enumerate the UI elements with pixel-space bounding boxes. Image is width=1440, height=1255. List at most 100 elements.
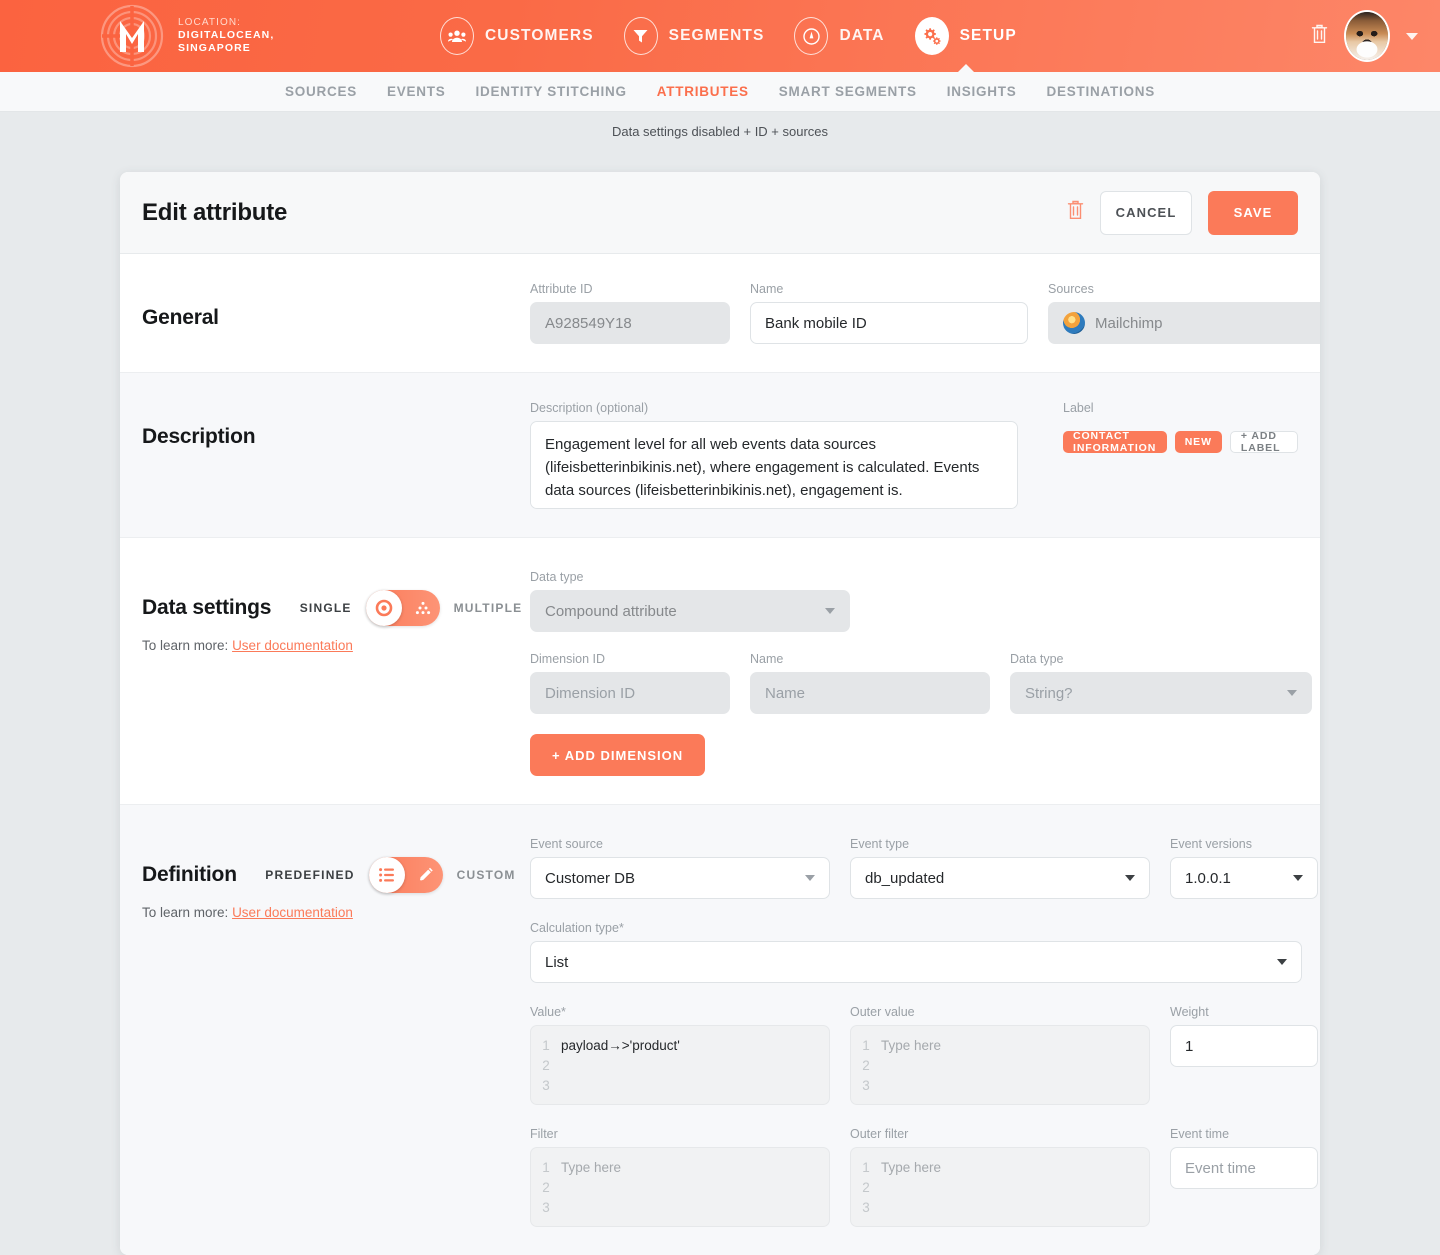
section-description-right: Description (optional) Label CONTACT INF… (530, 401, 1298, 509)
chip-new[interactable]: NEW (1174, 431, 1222, 453)
add-label-button[interactable]: + ADD LABEL (1229, 430, 1298, 454)
sources-select[interactable]: Mailchimp (1048, 302, 1320, 344)
field-value: Value* 1 payload→>'product' 2 3 (530, 1005, 830, 1105)
label-labels: Label (1063, 401, 1094, 415)
filter-code-editor[interactable]: 1 Type here 2 3 (530, 1147, 830, 1227)
funnel-icon (623, 17, 658, 55)
single-multiple-toggle[interactable] (365, 590, 440, 626)
code-line: 2 (531, 1055, 829, 1075)
code-line: 1 Type here (851, 1035, 1149, 1055)
chip-contact-information[interactable]: CONTACT INFORMATION (1063, 430, 1167, 454)
event-source-select[interactable]: Customer DB (530, 857, 830, 899)
section-data-settings-right: Data type Compound attribute Dimension I… (530, 566, 1312, 776)
field-dimension-id: Dimension ID Dimension ID (530, 652, 730, 714)
avatar[interactable] (1344, 10, 1390, 62)
field-data-type: Data type Compound attribute (530, 570, 850, 632)
top-header-bar: LOCATION: DIGITALOCEAN, SINGAPORE CUSTOM… (0, 0, 1440, 73)
chevron-down-icon (1125, 875, 1135, 881)
label-dimension-data-type: Data type (1010, 652, 1064, 666)
field-filter: Filter 1 Type here 2 3 (530, 1127, 830, 1227)
toggle-knob (368, 857, 405, 893)
card-header: Edit attribute CANCEL SAVE (120, 172, 1320, 254)
definition-event-row: Event source Customer DB Event type db_u… (530, 837, 1318, 899)
toggle-label-multiple: MULTIPLE (453, 601, 523, 615)
section-definition: Definition PREDEFINED CUSTOM To learn mo… (120, 805, 1320, 1255)
label-attribute-id: Attribute ID (530, 282, 593, 296)
weight-input[interactable]: 1 (1170, 1025, 1318, 1067)
location-line-1: DIGITALOCEAN, (178, 29, 275, 42)
nav-item-customers[interactable]: CUSTOMERS (440, 0, 594, 72)
cancel-button[interactable]: CANCEL (1100, 190, 1192, 235)
brand-block: LOCATION: DIGITALOCEAN, SINGAPORE (100, 4, 274, 68)
learn-more-prefix: To learn more: (142, 638, 229, 653)
toggle-label-custom: CUSTOM (456, 868, 516, 882)
event-time-input[interactable]: Event time (1170, 1147, 1318, 1189)
event-type-select[interactable]: db_updated (850, 857, 1150, 899)
main-navigation: CUSTOMERS SEGMENTS DATA SETUP (440, 0, 1017, 73)
add-dimension-button[interactable]: + ADD DIMENSION (530, 734, 706, 776)
calculation-type-select[interactable]: List (530, 941, 1302, 983)
nav-item-setup[interactable]: SETUP (914, 0, 1017, 73)
predefined-custom-toggle[interactable] (368, 857, 443, 893)
field-name: Name Bank mobile ID (750, 282, 1028, 344)
outer-filter-code-editor[interactable]: 1 Type here 2 3 (850, 1147, 1150, 1227)
name-input[interactable]: Bank mobile ID (750, 302, 1028, 344)
chevron-down-icon (1277, 959, 1287, 965)
code-line: 1 Type here (531, 1157, 829, 1177)
chevron-down-icon[interactable] (1406, 32, 1418, 40)
trash-icon[interactable] (1311, 24, 1328, 49)
subnav-item-attributes[interactable]: ATTRIBUTES (657, 84, 749, 99)
event-versions-select[interactable]: 1.0.0.1 (1170, 857, 1318, 899)
maze-m-logo-icon[interactable] (100, 4, 164, 68)
data-settings-toggle-group: SINGLE MULTIPLE (300, 590, 523, 626)
section-title-data-settings: Data settings (142, 596, 272, 619)
save-button[interactable]: SAVE (1208, 190, 1298, 235)
subnav-item-smart-segments[interactable]: SMART SEGMENTS (779, 84, 917, 99)
subnav-item-identity-stitching[interactable]: IDENTITY STITCHING (475, 84, 626, 99)
field-outer-value: Outer value 1 Type here 2 3 (850, 1005, 1150, 1105)
dimension-id-input[interactable]: Dimension ID (530, 672, 730, 714)
section-title-description: Description (142, 425, 256, 448)
page-title: Edit attribute (142, 198, 288, 226)
toggle-label-predefined: PREDEFINED (265, 868, 355, 882)
line-number: 2 (862, 1179, 870, 1195)
nav-label-segments: SEGMENTS (668, 27, 765, 44)
list-icon (378, 868, 394, 882)
location-label: LOCATION: (178, 17, 242, 29)
field-dimension-data-type: Data type String? (1010, 652, 1312, 714)
field-attribute-id: Attribute ID A928549Y18 (530, 282, 730, 344)
subnav-item-events[interactable]: EVENTS (387, 84, 446, 99)
chevron-down-icon (825, 608, 835, 614)
subnav-item-sources[interactable]: SOURCES (285, 84, 357, 99)
description-textarea[interactable] (530, 421, 1018, 509)
outer-value-code-editor[interactable]: 1 Type here 2 3 (850, 1025, 1150, 1105)
user-documentation-link[interactable]: User documentation (232, 905, 353, 920)
chevron-down-icon (805, 875, 815, 881)
field-dimension-name: Name Name (750, 652, 990, 714)
label-dimension-name: Name (750, 652, 784, 666)
nav-label-setup: SETUP (959, 27, 1017, 44)
label-value: Value* (530, 1005, 566, 1019)
value-code-editor[interactable]: 1 payload→>'product' 2 3 (530, 1025, 830, 1105)
nav-item-segments[interactable]: SEGMENTS (623, 0, 765, 72)
code-line: 3 (851, 1197, 1149, 1217)
code-line: 1 Type here (851, 1157, 1149, 1177)
mailchimp-icon (1063, 312, 1085, 334)
nav-item-data[interactable]: DATA (794, 0, 884, 72)
data-type-select[interactable]: Compound attribute (530, 590, 850, 632)
subnav-item-insights[interactable]: INSIGHTS (947, 84, 1017, 99)
user-documentation-link[interactable]: User documentation (232, 638, 353, 653)
section-general-right: Attribute ID A928549Y18 Name Bank mobile… (530, 282, 1320, 344)
label-sources: Sources (1048, 282, 1094, 296)
definition-learn-more: To learn more: User documentation (142, 905, 530, 920)
delete-attribute-button[interactable] (1067, 200, 1084, 225)
section-general: General Attribute ID A928549Y18 Name Ban… (120, 254, 1320, 373)
subnav-item-destinations[interactable]: DESTINATIONS (1047, 84, 1156, 99)
dimension-name-input[interactable]: Name (750, 672, 990, 714)
dimension-data-type-select[interactable]: String? (1010, 672, 1312, 714)
field-event-type: Event type db_updated (850, 837, 1150, 899)
description-fields-row: Description (optional) Label CONTACT INF… (530, 401, 1298, 509)
section-general-left: General (142, 282, 530, 344)
event-source-value: Customer DB (545, 869, 636, 887)
field-event-source: Event source Customer DB (530, 837, 830, 899)
